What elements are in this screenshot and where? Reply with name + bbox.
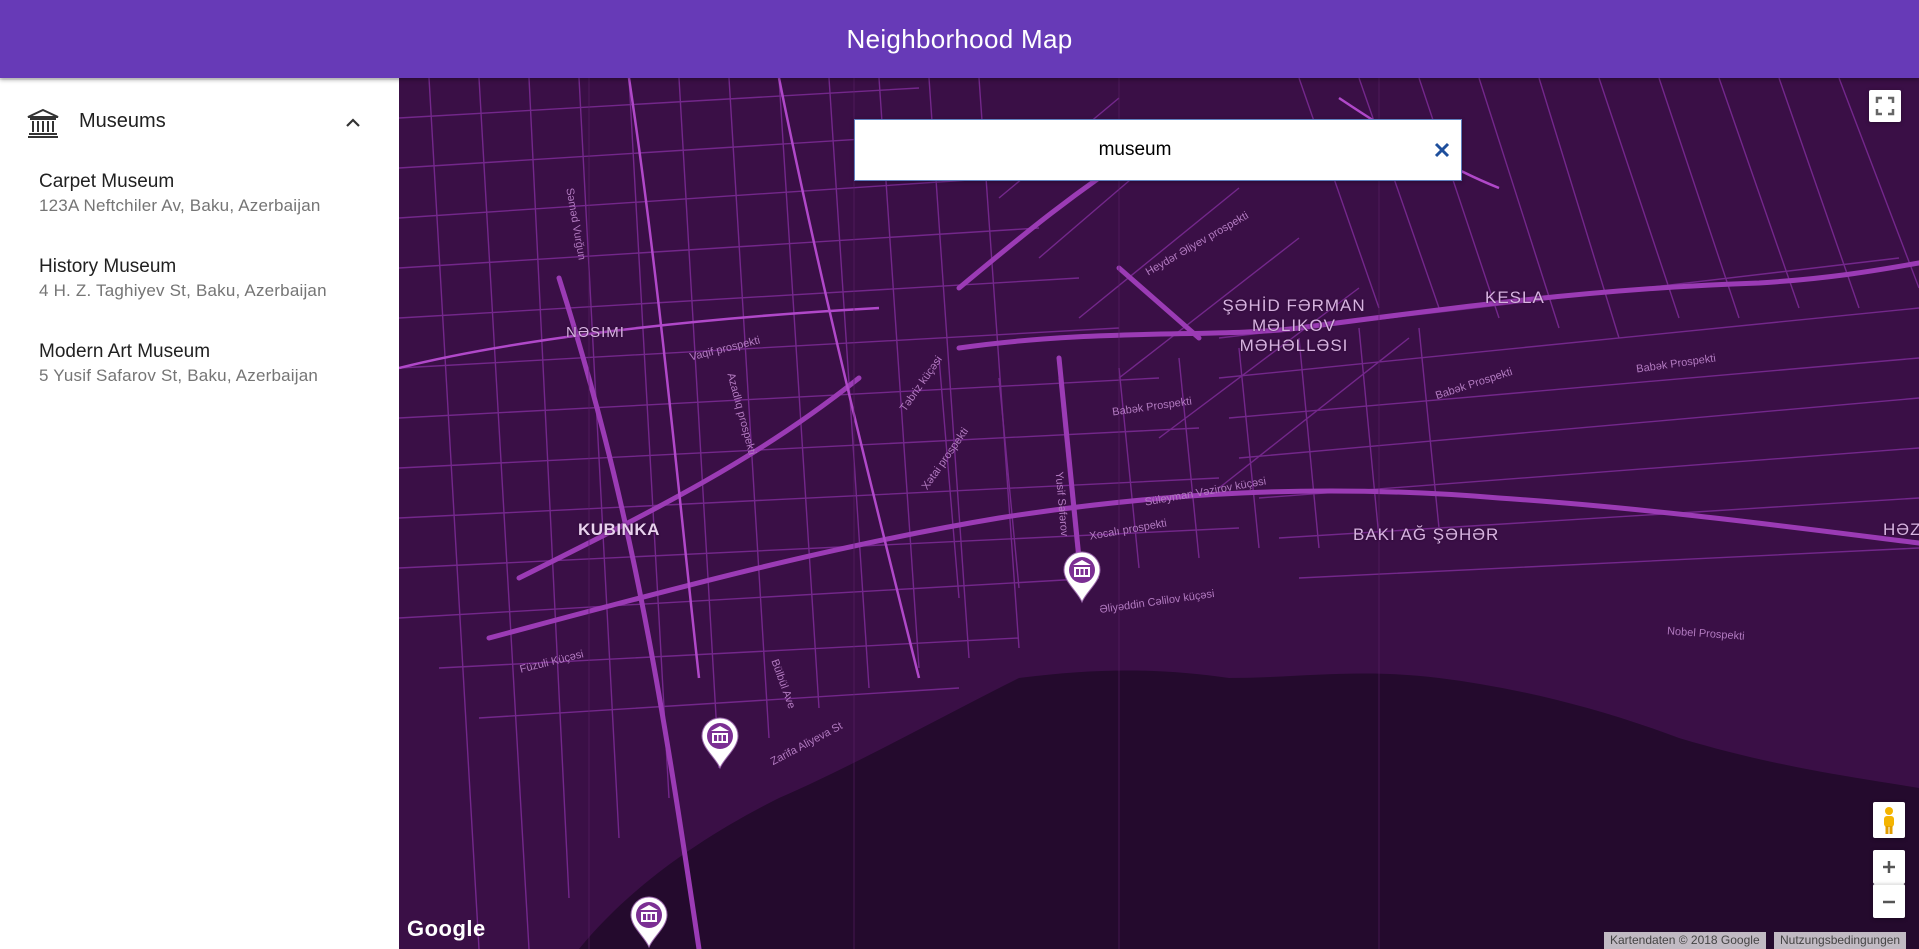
street-view-button[interactable]: [1873, 802, 1905, 838]
museum-marker-icon[interactable]: [698, 714, 742, 770]
area-label-kesla: KESLA: [1485, 288, 1545, 307]
pegman-icon: [1884, 807, 1894, 834]
chevron-up-icon[interactable]: [342, 112, 364, 134]
close-icon[interactable]: [1430, 138, 1454, 162]
place-name: Carpet Museum: [39, 171, 175, 192]
app-title: Neighborhood Map: [846, 23, 1073, 54]
museum-icon: [27, 108, 59, 138]
museum-marker-icon[interactable]: [1060, 548, 1104, 604]
area-label-nesimi: NƏSIMI: [566, 324, 625, 341]
place-item-carpet-museum[interactable]: Carpet Museum 123A Neftchiler Av, Baku, …: [39, 170, 379, 218]
app-bar: Neighborhood Map: [0, 0, 1919, 78]
zoom-out-icon: [1883, 900, 1895, 904]
zoom-in-button[interactable]: [1873, 850, 1905, 884]
area-label-sehid-line2: MƏLIKOV: [1251, 316, 1337, 335]
place-item-history-museum[interactable]: History Museum 4 H. Z. Taghiyev St, Baku…: [39, 255, 379, 303]
place-address: 123A Neftchiler Av, Baku, Azerbaijan: [39, 196, 321, 215]
area-label-sehid-line3: MƏHƏLLƏSI: [1239, 336, 1349, 355]
search-box: [854, 119, 1462, 181]
place-address: 5 Yusif Safarov St, Baku, Azerbaijan: [39, 366, 319, 385]
search-input[interactable]: [855, 120, 1415, 180]
zoom-out-button[interactable]: [1873, 884, 1905, 918]
map-attribution: Kartendaten © 2018 Google: [1604, 932, 1766, 949]
place-item-modern-art-museum[interactable]: Modern Art Museum 5 Yusif Safarov St, Ba…: [39, 340, 379, 388]
museum-marker-icon[interactable]: [627, 893, 671, 949]
area-label-sehid-line1: ŞƏHİD FƏRMAN: [1222, 296, 1366, 315]
map[interactable]: NƏSIMI KUBINKA ŞƏHİD FƏRMAN MƏLIKOV MƏHƏ…: [399, 78, 1919, 949]
area-label-kubinka: KUBINKA: [578, 520, 660, 539]
place-name: Modern Art Museum: [39, 341, 211, 362]
fullscreen-icon: [1875, 96, 1895, 116]
museums-panel-header[interactable]: Museums: [0, 90, 399, 152]
map-canvas[interactable]: [399, 78, 1919, 949]
terms-link[interactable]: Nutzungsbedingungen: [1774, 932, 1907, 949]
fullscreen-button[interactable]: [1869, 90, 1901, 122]
zoom-in-icon: [1883, 861, 1895, 873]
google-logo: Google: [407, 916, 486, 941]
area-label-hez: HƏZ: [1883, 520, 1919, 539]
place-name: History Museum: [39, 256, 177, 277]
area-label-baki-ag-seher: BAKI AĞ ŞƏHƏR: [1353, 525, 1500, 544]
sidebar: Museums Carpet Museum 123A Neftchiler Av…: [0, 78, 399, 949]
museums-panel-label: Museums: [79, 110, 166, 132]
place-address: 4 H. Z. Taghiyev St, Baku, Azerbaijan: [39, 281, 327, 300]
